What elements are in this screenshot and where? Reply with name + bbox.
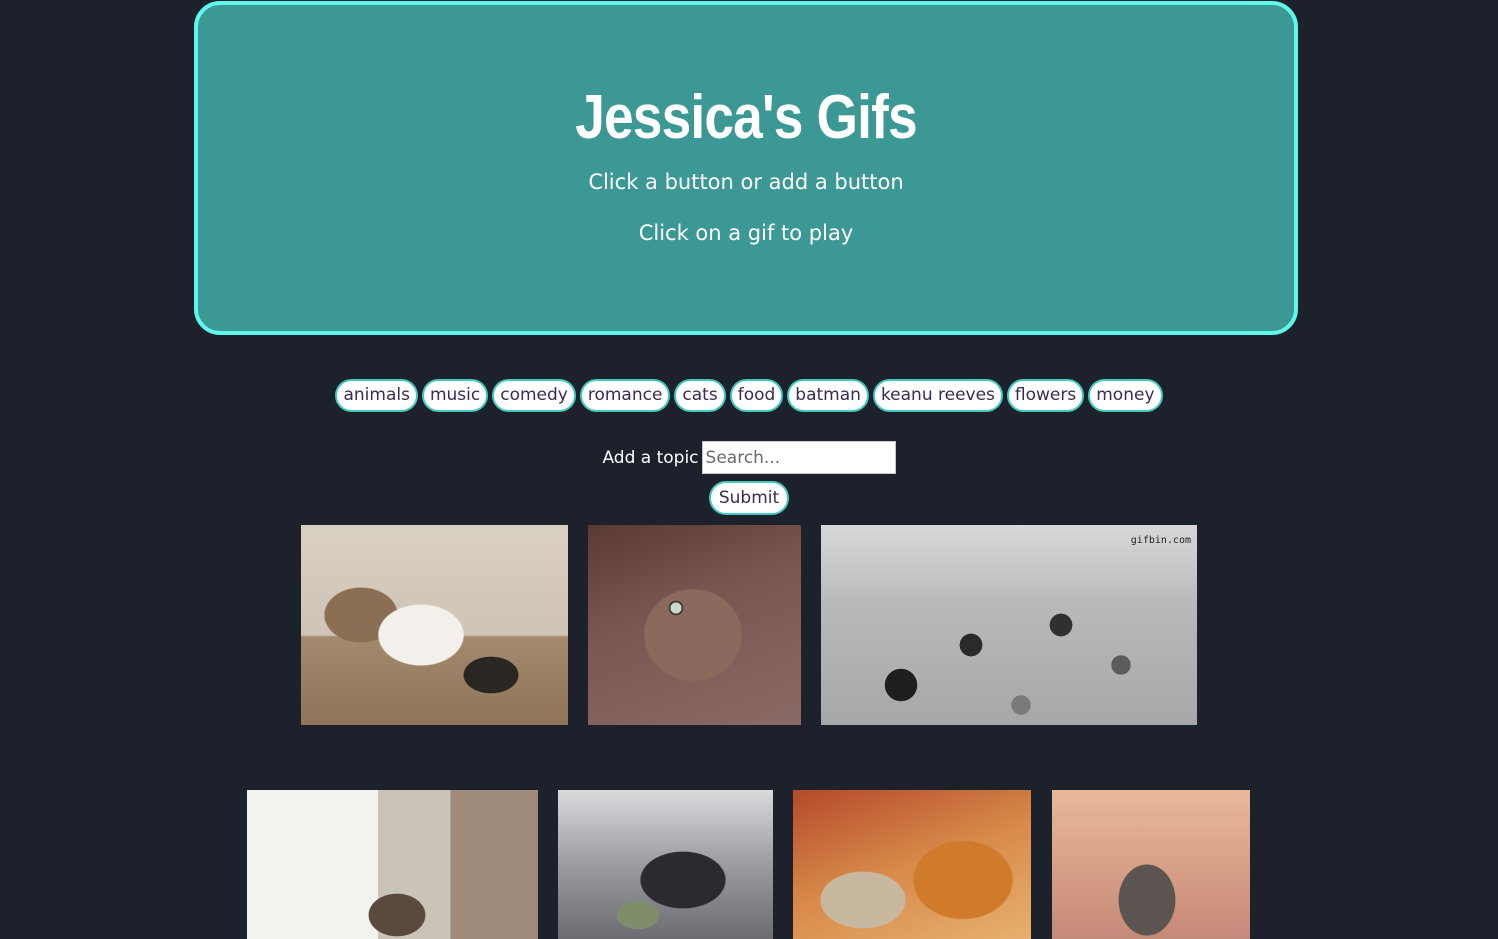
topic-button-comedy[interactable]: comedy bbox=[492, 379, 576, 412]
gif-image[interactable] bbox=[588, 525, 801, 725]
add-topic-form: Add a topic bbox=[0, 441, 1498, 474]
page-title: Jessica's Gifs bbox=[575, 83, 917, 152]
gif-image[interactable] bbox=[1052, 790, 1250, 939]
gif-image[interactable] bbox=[558, 790, 773, 939]
gif-image[interactable] bbox=[247, 790, 538, 939]
topic-button-money[interactable]: money bbox=[1088, 379, 1163, 412]
gif-image[interactable] bbox=[301, 525, 568, 725]
topic-search-input[interactable] bbox=[701, 441, 896, 474]
topic-button-cats[interactable]: cats bbox=[674, 379, 726, 412]
topic-button-flowers[interactable]: flowers bbox=[1006, 379, 1085, 412]
instruction-add-button: Click a button or add a button bbox=[588, 170, 904, 194]
gif-watermark: gifbin.com bbox=[1130, 535, 1191, 546]
submit-button[interactable]: Submit bbox=[708, 481, 790, 515]
gif-image[interactable] bbox=[793, 790, 1031, 939]
header-jumbotron: Jessica's Gifs Click a button or add a b… bbox=[194, 1, 1298, 335]
submit-row: Submit bbox=[0, 481, 1498, 515]
topic-button-animals[interactable]: animals bbox=[335, 379, 418, 412]
topic-button-batman[interactable]: batman bbox=[787, 379, 869, 412]
instruction-play-gif: Click on a gif to play bbox=[638, 221, 854, 245]
topic-button-romance[interactable]: romance bbox=[579, 379, 671, 412]
topic-button-food[interactable]: food bbox=[729, 379, 784, 412]
gif-image[interactable]: gifbin.com bbox=[821, 525, 1197, 725]
topic-button-keanu-reeves[interactable]: keanu reeves bbox=[872, 379, 1003, 412]
topic-button-music[interactable]: music bbox=[421, 379, 489, 412]
add-topic-label: Add a topic bbox=[602, 447, 699, 468]
topic-buttons: animals music comedy romance cats food b… bbox=[0, 379, 1498, 412]
